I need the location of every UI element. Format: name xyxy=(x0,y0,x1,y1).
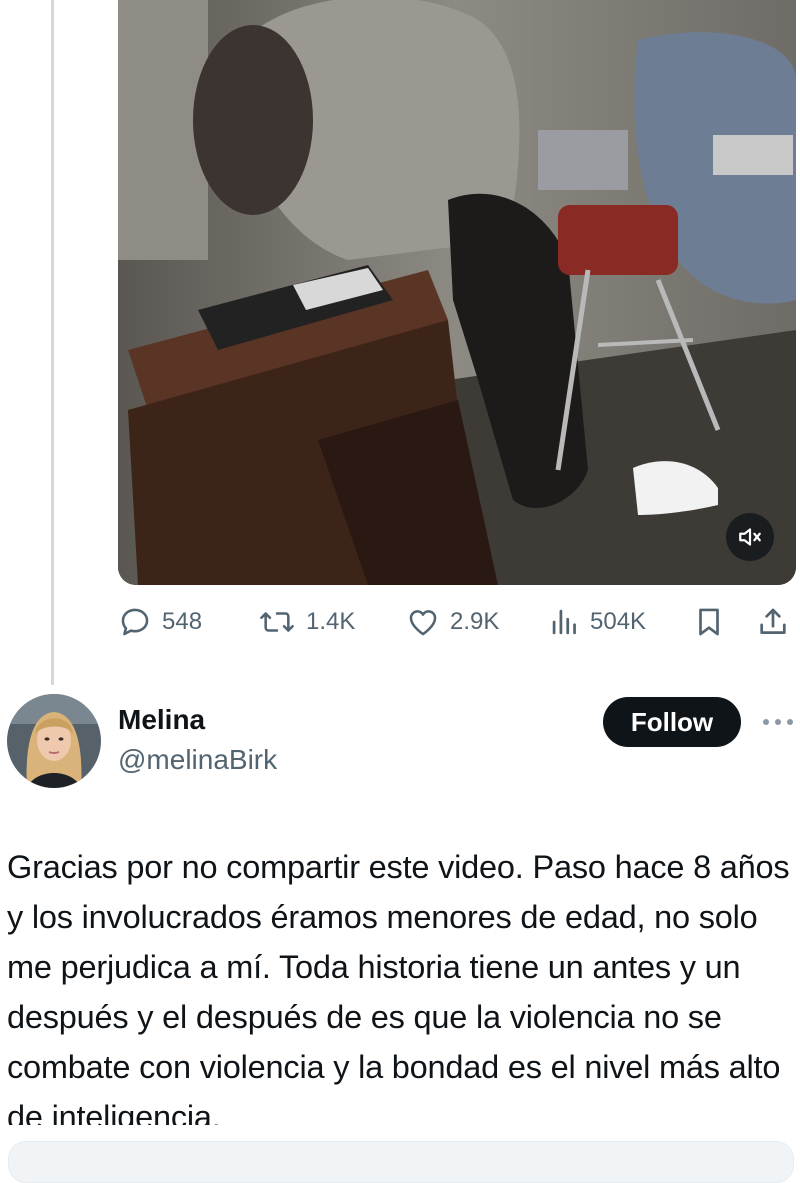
more-options-button[interactable] xyxy=(760,708,796,736)
tweet-actions: 548 1.4K 2.9K 504K xyxy=(118,600,796,644)
reply-icon xyxy=(121,608,149,636)
bookmark-button[interactable] xyxy=(692,600,726,644)
video-frame xyxy=(118,0,796,585)
more-icon xyxy=(763,719,793,725)
follow-button[interactable]: Follow xyxy=(603,697,741,747)
reply-text: Gracias por no compartir este video. Pas… xyxy=(7,849,790,1125)
reply-count: 548 xyxy=(162,608,203,635)
like-count: 2.9K xyxy=(450,608,500,635)
mute-button[interactable] xyxy=(726,513,774,561)
video-player[interactable] xyxy=(118,0,796,585)
thread-line xyxy=(51,0,54,685)
views-button[interactable]: 504K xyxy=(550,600,646,644)
muted-speaker-icon xyxy=(739,528,761,546)
display-name[interactable]: Melina xyxy=(118,704,205,736)
views-icon xyxy=(552,609,576,635)
share-button[interactable] xyxy=(756,600,790,644)
bookmark-icon xyxy=(699,608,719,636)
next-card xyxy=(8,1141,794,1183)
avatar-image xyxy=(7,694,101,788)
repost-button[interactable]: 1.4K xyxy=(258,600,355,644)
like-button[interactable]: 2.9K xyxy=(406,600,499,644)
reply-button[interactable]: 548 xyxy=(118,600,202,644)
avatar[interactable] xyxy=(7,694,101,788)
heart-icon xyxy=(409,610,437,636)
views-count: 504K xyxy=(590,608,647,635)
repost-count: 1.4K xyxy=(306,608,356,635)
share-icon xyxy=(760,608,786,634)
repost-icon xyxy=(260,612,294,632)
user-handle[interactable]: @melinaBirk xyxy=(118,744,277,776)
